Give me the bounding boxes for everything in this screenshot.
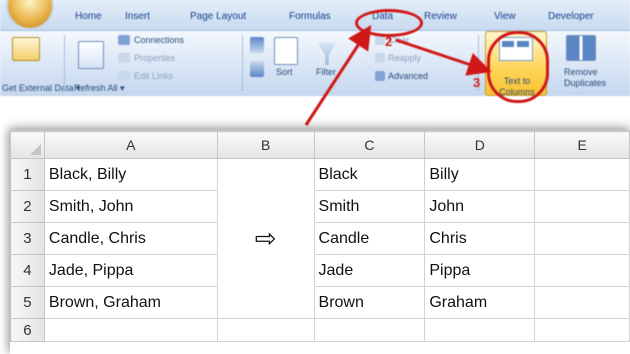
- excel-ribbon: Home Insert Page Layout Formulas Data Re…: [0, 0, 630, 126]
- column-header-c[interactable]: C: [313, 131, 426, 159]
- cell-e5[interactable]: [534, 286, 630, 319]
- row-header[interactable]: 3: [10, 222, 45, 255]
- table-row: 6: [10, 318, 630, 342]
- spreadsheet-panel: A B C D E 1 Black, Billy ⇨ Black Billy 2…: [10, 130, 630, 354]
- row-header[interactable]: 4: [10, 254, 45, 287]
- cell-c6[interactable]: [313, 318, 426, 342]
- cell-b6[interactable]: [216, 318, 315, 342]
- cell-c5[interactable]: Brown: [313, 286, 426, 319]
- row-header[interactable]: 6: [10, 318, 45, 342]
- column-header-e[interactable]: E: [534, 131, 630, 159]
- cell-e4[interactable]: [534, 254, 630, 287]
- cell-d6[interactable]: [424, 318, 536, 342]
- row-header[interactable]: 5: [10, 286, 45, 319]
- select-all-triangle-icon: [29, 144, 41, 155]
- cell-d1[interactable]: Billy: [424, 158, 536, 191]
- cell-d5[interactable]: Graham: [424, 286, 536, 319]
- cell-c3[interactable]: Candle: [313, 222, 426, 255]
- cell-e3[interactable]: [534, 222, 630, 255]
- cell-a5[interactable]: Brown, Graham: [43, 286, 218, 319]
- cell-d3[interactable]: Chris: [424, 222, 536, 255]
- table-row: 2 Smith, John Smith John: [10, 190, 630, 223]
- cell-a3[interactable]: Candle, Chris: [43, 222, 218, 255]
- cell-a1[interactable]: Black, Billy: [43, 158, 218, 191]
- column-header-a[interactable]: A: [43, 131, 218, 159]
- cell-c4[interactable]: Jade: [313, 254, 426, 287]
- select-all-corner[interactable]: [10, 131, 45, 159]
- cell-e1[interactable]: [534, 158, 630, 191]
- cell-a4[interactable]: Jade, Pippa: [43, 254, 218, 287]
- cell-d2[interactable]: John: [424, 190, 536, 223]
- arrow-to-data-tab: [304, 24, 372, 126]
- table-row: 4 Jade, Pippa Jade Pippa: [10, 254, 630, 287]
- annotation-arrows: [304, 24, 492, 126]
- cell-d4[interactable]: Pippa: [424, 254, 536, 287]
- cell-c2[interactable]: Smith: [313, 190, 426, 223]
- cell-a6[interactable]: [43, 318, 218, 342]
- arrow-to-text-to-columns: [395, 38, 492, 76]
- right-arrow-icon: ⇨: [254, 223, 277, 253]
- cell-e6[interactable]: [534, 318, 630, 342]
- column-header-row: A B C D E: [10, 131, 630, 159]
- table-row: 3 Candle, Chris Candle Chris: [10, 222, 630, 255]
- table-row: 1 Black, Billy ⇨ Black Billy: [10, 158, 630, 319]
- row-header[interactable]: 1: [10, 158, 45, 191]
- table-row: 5 Brown, Graham Brown Graham: [10, 286, 630, 319]
- cell-c1[interactable]: Black: [313, 158, 426, 191]
- column-header-d[interactable]: D: [424, 131, 536, 159]
- cell-a2[interactable]: Smith, John: [43, 190, 218, 223]
- column-header-b[interactable]: B: [216, 131, 315, 159]
- cell-e2[interactable]: [534, 190, 630, 223]
- cell-b1-b5[interactable]: ⇨: [216, 158, 315, 319]
- row-header[interactable]: 2: [10, 190, 45, 223]
- spreadsheet-grid: A B C D E 1 Black, Billy ⇨ Black Billy 2…: [10, 131, 630, 342]
